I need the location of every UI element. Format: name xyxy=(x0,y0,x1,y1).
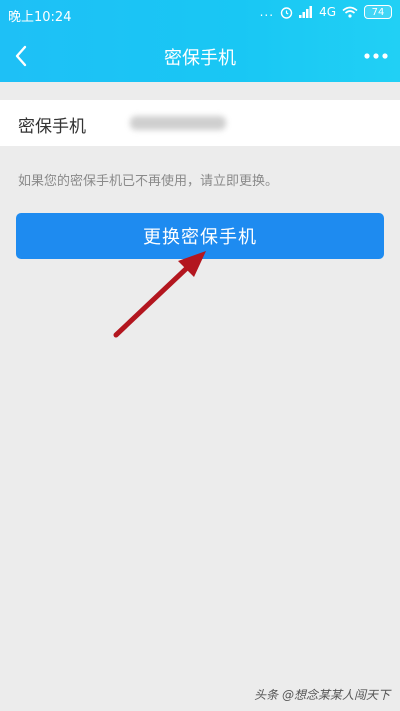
alarm-icon xyxy=(280,6,293,19)
status-icons: ... 4G 74 xyxy=(260,5,392,19)
security-phone-value-blurred xyxy=(130,116,226,130)
battery-indicator: 74 xyxy=(364,5,392,19)
security-phone-row: 密保手机 xyxy=(0,100,400,146)
wifi-icon xyxy=(342,6,358,18)
signal-icon xyxy=(299,6,313,18)
annotation-arrow xyxy=(113,251,206,338)
title-bar: 密保手机 xyxy=(0,28,400,82)
hint-text: 如果您的密保手机已不再使用，请立即更换。 xyxy=(18,174,279,189)
page-title: 密保手机 xyxy=(164,48,236,69)
network-type: 4G xyxy=(319,5,336,19)
status-time: 晚上10:24 xyxy=(8,10,72,25)
more-icon[interactable] xyxy=(362,48,390,62)
notification-dots: ... xyxy=(259,5,275,19)
status-bar: 晚上10:24 ... 4G 74 xyxy=(0,0,400,28)
watermark: 头条 @想念某某人闯天下 xyxy=(254,688,390,702)
security-phone-label: 密保手机 xyxy=(18,117,86,137)
app-header: 晚上10:24 ... 4G 74 密保手机 xyxy=(0,0,400,82)
